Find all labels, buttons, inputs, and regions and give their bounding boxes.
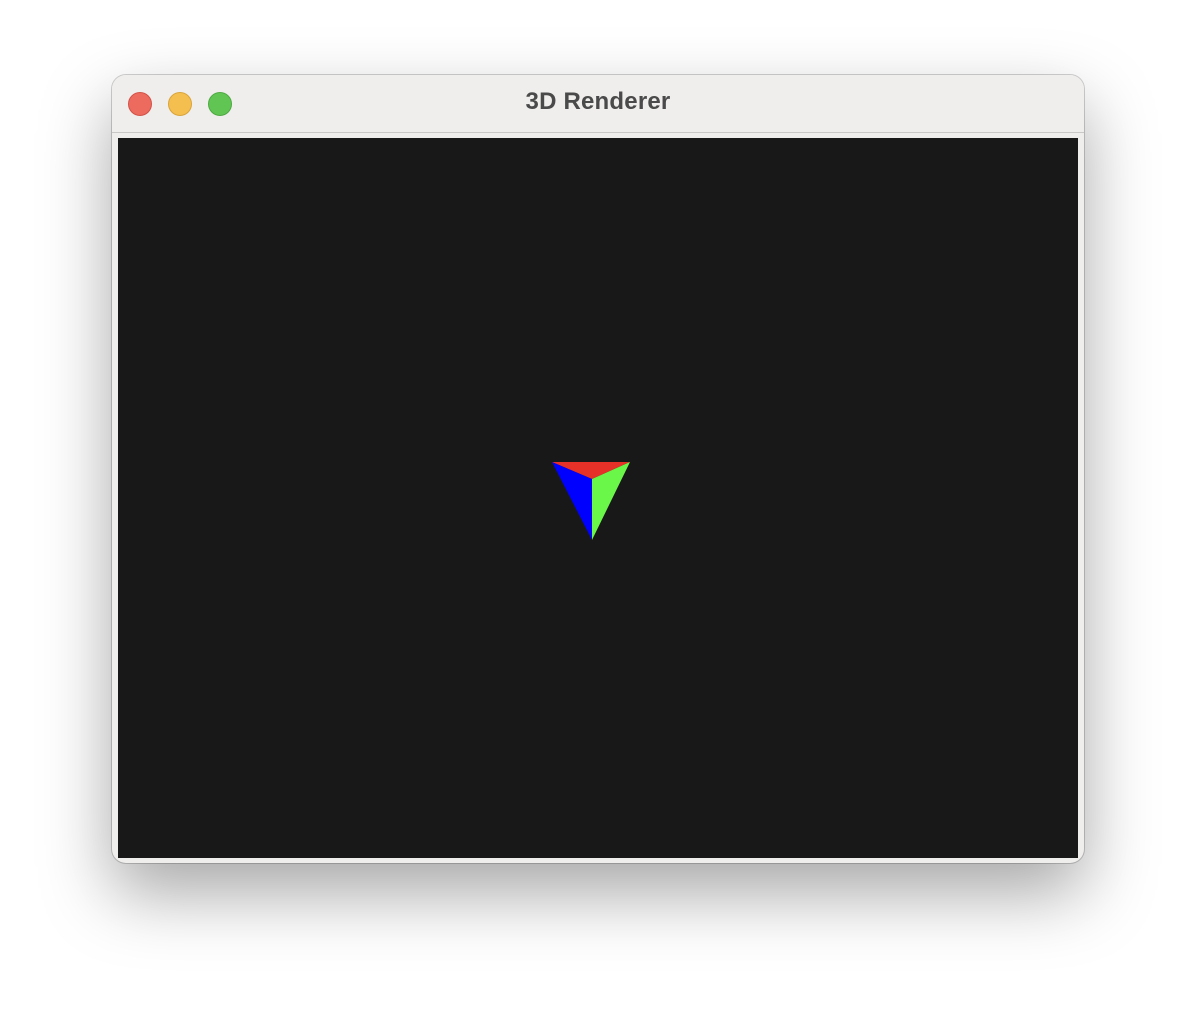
window-title: 3D Renderer bbox=[525, 88, 671, 115]
app-window: 3D Renderer bbox=[112, 75, 1084, 863]
render-canvas[interactable] bbox=[118, 138, 1078, 858]
render-viewport bbox=[552, 462, 630, 540]
title-bar[interactable]: 3D Renderer bbox=[112, 75, 1084, 133]
